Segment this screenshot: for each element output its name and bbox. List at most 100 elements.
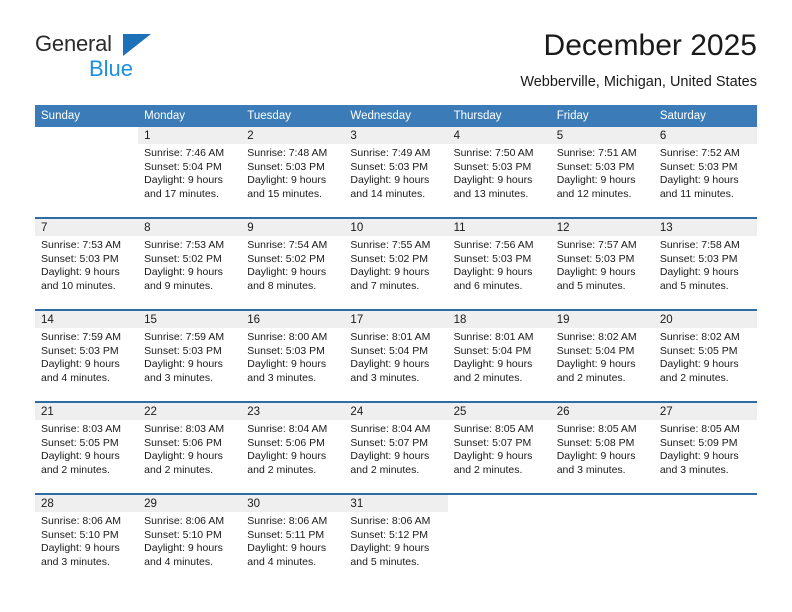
calendar-day-cell[interactable]: 15 Sunrise: 7:59 AM Sunset: 5:03 PM Dayligh… <box>138 309 242 402</box>
day-detail-daylight2: and 11 minutes. <box>659 187 734 200</box>
day-detail-sunset: Sunset: 5:11 PM <box>247 528 325 541</box>
calendar-day-cell[interactable]: 19 Sunrise: 8:02 AM Sunset: 5:04 PM Dayligh… <box>550 309 654 402</box>
calendar-week-row: 1 Sunrise: 7:46 AM Sunset: 5:04 PM Daylight… <box>35 127 757 218</box>
day-details: Sunrise: 8:05 AM Sunset: 5:07 PM Daylight:… <box>448 420 551 477</box>
day-detail-sunrise: Sunrise: 8:02 AM <box>659 331 740 343</box>
day-detail-sunset: Sunset: 5:03 PM <box>659 252 738 265</box>
day-detail-daylight1: Daylight: 9 hours <box>556 450 636 463</box>
calendar-day-cell[interactable]: 17 Sunrise: 8:01 AM Sunset: 5:04 PM Dayligh… <box>344 309 448 402</box>
day-detail-daylight2: and 3 minutes. <box>247 371 317 384</box>
calendar-day-cell[interactable]: 12 Sunrise: 7:57 AM Sunset: 5:03 PM Dayligh… <box>550 217 654 310</box>
day-detail-sunrise: Sunrise: 8:03 AM <box>41 423 121 435</box>
day-detail-daylight1: Daylight: 9 hours <box>144 266 223 279</box>
day-detail-sunrise: Sunrise: 7:50 AM <box>453 147 534 159</box>
day-cell-inner: 15 Sunrise: 7:59 AM Sunset: 5:03 PM Dayligh… <box>138 311 242 401</box>
day-cell-inner: 13 Sunrise: 7:58 AM Sunset: 5:03 PM Dayligh… <box>653 219 757 309</box>
day-cell-inner: 19 Sunrise: 8:02 AM Sunset: 5:04 PM Dayligh… <box>550 311 654 401</box>
day-detail-daylight1: Daylight: 9 hours <box>453 450 533 463</box>
calendar-day-cell[interactable]: 11 Sunrise: 7:56 AM Sunset: 5:03 PM Dayligh… <box>447 217 551 310</box>
day-cell-inner: 4 Sunrise: 7:50 AM Sunset: 5:03 PM Daylight… <box>447 127 551 217</box>
day-details: Sunrise: 8:02 AM Sunset: 5:04 PM Daylight:… <box>551 328 654 385</box>
calendar-day-cell[interactable]: 18 Sunrise: 8:01 AM Sunset: 5:04 PM Dayligh… <box>447 309 551 402</box>
calendar-day-cell[interactable]: 6 Sunrise: 7:52 AM Sunset: 5:03 PM Daylight… <box>653 127 757 218</box>
day-detail-daylight1: Daylight: 9 hours <box>453 358 533 371</box>
day-detail-sunrise: Sunrise: 8:06 AM <box>247 515 328 527</box>
day-cell-inner: 30 Sunrise: 8:06 AM Sunset: 5:11 PM Dayligh… <box>241 495 345 585</box>
day-detail-sunrise: Sunrise: 8:01 AM <box>453 331 534 343</box>
day-detail-sunset: Sunset: 5:02 PM <box>350 252 429 265</box>
day-detail-daylight1: Daylight: 9 hours <box>144 358 223 371</box>
day-detail-daylight2: and 2 minutes. <box>350 463 420 476</box>
calendar-day-cell[interactable]: 26 Sunrise: 8:05 AM Sunset: 5:08 PM Dayligh… <box>550 401 654 494</box>
calendar-day-cell[interactable]: 1 Sunrise: 7:46 AM Sunset: 5:04 PM Daylight… <box>138 127 242 218</box>
calendar-day-cell[interactable]: 3 Sunrise: 7:49 AM Sunset: 5:03 PM Daylight… <box>344 127 448 218</box>
day-cell-inner: 21 Sunrise: 8:03 AM Sunset: 5:05 PM Dayligh… <box>35 403 139 493</box>
day-detail-daylight1: Daylight: 9 hours <box>659 358 739 371</box>
calendar-day-cell[interactable]: 2 Sunrise: 7:48 AM Sunset: 5:03 PM Daylight… <box>241 127 345 218</box>
day-details <box>654 512 757 515</box>
day-detail-daylight2: and 3 minutes. <box>659 463 729 476</box>
day-details: Sunrise: 8:06 AM Sunset: 5:12 PM Daylight:… <box>344 512 447 569</box>
day-details: Sunrise: 7:59 AM Sunset: 5:03 PM Daylight:… <box>138 328 241 385</box>
weekday-header-wednesday: Wednesday <box>344 105 448 127</box>
day-number: 23 <box>241 403 345 420</box>
day-detail-daylight2: and 5 minutes. <box>556 279 626 292</box>
day-detail-sunset: Sunset: 5:06 PM <box>144 436 222 449</box>
calendar-day-cell[interactable]: 8 Sunrise: 7:53 AM Sunset: 5:02 PM Daylight… <box>138 217 242 310</box>
calendar-day-cell[interactable]: 4 Sunrise: 7:50 AM Sunset: 5:03 PM Daylight… <box>447 127 551 218</box>
day-detail-sunset: Sunset: 5:05 PM <box>41 436 119 449</box>
day-detail-daylight1: Daylight: 9 hours <box>556 266 636 279</box>
calendar-day-cell[interactable]: 27 Sunrise: 8:05 AM Sunset: 5:09 PM Dayligh… <box>653 401 757 494</box>
calendar-day-cell <box>447 493 551 585</box>
calendar-day-cell[interactable]: 14 Sunrise: 7:59 AM Sunset: 5:03 PM Dayligh… <box>35 309 139 402</box>
calendar-day-cell[interactable]: 7 Sunrise: 7:53 AM Sunset: 5:03 PM Daylight… <box>35 217 139 310</box>
day-detail-sunset: Sunset: 5:03 PM <box>41 252 119 265</box>
day-cell-inner: 10 Sunrise: 7:55 AM Sunset: 5:02 PM Dayligh… <box>344 219 448 309</box>
day-details: Sunrise: 8:04 AM Sunset: 5:06 PM Daylight:… <box>241 420 344 477</box>
day-detail-daylight1: Daylight: 9 hours <box>659 266 739 279</box>
weekday-header-sunday: Sunday <box>35 105 139 127</box>
day-detail-daylight1: Daylight: 9 hours <box>247 266 327 279</box>
calendar-day-cell[interactable]: 16 Sunrise: 8:00 AM Sunset: 5:03 PM Dayligh… <box>241 309 345 402</box>
day-details <box>448 512 551 515</box>
day-detail-daylight2: and 7 minutes. <box>350 279 420 292</box>
calendar-day-cell[interactable]: 25 Sunrise: 8:05 AM Sunset: 5:07 PM Dayligh… <box>447 401 551 494</box>
day-detail-daylight2: and 2 minutes. <box>659 371 729 384</box>
calendar-week-row: 28 Sunrise: 8:06 AM Sunset: 5:10 PM Dayligh… <box>35 493 757 585</box>
calendar-day-cell[interactable]: 29 Sunrise: 8:06 AM Sunset: 5:10 PM Dayligh… <box>138 493 242 585</box>
day-detail-daylight2: and 2 minutes. <box>453 371 523 384</box>
day-cell-inner: 8 Sunrise: 7:53 AM Sunset: 5:02 PM Daylight… <box>138 219 242 309</box>
calendar-day-cell[interactable]: 10 Sunrise: 7:55 AM Sunset: 5:02 PM Dayligh… <box>344 217 448 310</box>
day-detail-sunrise: Sunrise: 8:05 AM <box>659 423 740 435</box>
calendar-day-cell[interactable]: 20 Sunrise: 8:02 AM Sunset: 5:05 PM Dayligh… <box>653 309 757 402</box>
calendar-day-cell[interactable]: 23 Sunrise: 8:04 AM Sunset: 5:06 PM Dayligh… <box>241 401 345 494</box>
day-detail-daylight2: and 4 minutes. <box>41 371 110 384</box>
day-details: Sunrise: 7:53 AM Sunset: 5:03 PM Daylight:… <box>35 236 138 293</box>
calendar-day-cell[interactable]: 13 Sunrise: 7:58 AM Sunset: 5:03 PM Dayligh… <box>653 217 757 310</box>
calendar-day-cell[interactable]: 31 Sunrise: 8:06 AM Sunset: 5:12 PM Dayligh… <box>344 493 448 585</box>
day-detail-sunset: Sunset: 5:07 PM <box>350 436 429 449</box>
day-details: Sunrise: 8:03 AM Sunset: 5:06 PM Daylight:… <box>138 420 241 477</box>
day-cell-inner <box>448 495 551 585</box>
day-cell-inner: 18 Sunrise: 8:01 AM Sunset: 5:04 PM Dayligh… <box>447 311 551 401</box>
calendar-day-cell[interactable]: 30 Sunrise: 8:06 AM Sunset: 5:11 PM Dayligh… <box>241 493 345 585</box>
day-detail-sunset: Sunset: 5:07 PM <box>453 436 532 449</box>
day-detail-daylight1: Daylight: 9 hours <box>350 450 430 463</box>
day-cell-inner: 1 Sunrise: 7:46 AM Sunset: 5:04 PM Daylight… <box>138 127 242 217</box>
calendar-day-cell[interactable]: 22 Sunrise: 8:03 AM Sunset: 5:06 PM Dayligh… <box>138 401 242 494</box>
day-detail-daylight2: and 2 minutes. <box>453 463 523 476</box>
day-cell-inner: 29 Sunrise: 8:06 AM Sunset: 5:10 PM Dayligh… <box>138 495 242 585</box>
calendar-day-cell[interactable]: 21 Sunrise: 8:03 AM Sunset: 5:05 PM Dayligh… <box>35 401 139 494</box>
day-detail-sunrise: Sunrise: 8:04 AM <box>350 423 431 435</box>
day-details: Sunrise: 7:56 AM Sunset: 5:03 PM Daylight:… <box>448 236 551 293</box>
day-detail-sunset: Sunset: 5:08 PM <box>556 436 635 449</box>
day-number <box>448 495 551 512</box>
calendar-day-cell[interactable]: 28 Sunrise: 8:06 AM Sunset: 5:10 PM Dayligh… <box>35 493 139 585</box>
day-cell-inner: 12 Sunrise: 7:57 AM Sunset: 5:03 PM Dayligh… <box>550 219 654 309</box>
calendar-day-cell[interactable]: 9 Sunrise: 7:54 AM Sunset: 5:02 PM Daylight… <box>241 217 345 310</box>
day-detail-daylight1: Daylight: 9 hours <box>247 542 327 555</box>
calendar-day-cell[interactable]: 24 Sunrise: 8:04 AM Sunset: 5:07 PM Dayligh… <box>344 401 448 494</box>
day-detail-daylight1: Daylight: 9 hours <box>144 450 223 463</box>
day-detail-sunrise: Sunrise: 7:57 AM <box>556 239 637 251</box>
calendar-day-cell[interactable]: 5 Sunrise: 7:51 AM Sunset: 5:03 PM Daylight… <box>550 127 654 218</box>
